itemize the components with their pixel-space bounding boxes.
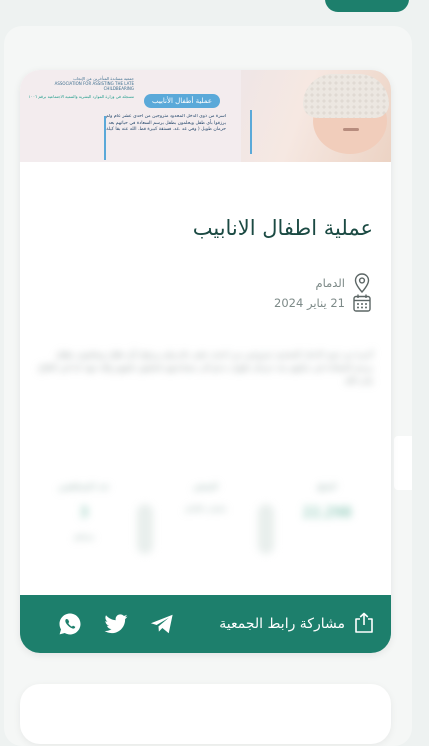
campaign-banner-image: جمعية مساندة المتأخرين عن الإنجاب ASSOCI… [20, 70, 391, 162]
stat-sub: مساهم [73, 533, 95, 541]
baby-hat [303, 74, 389, 118]
location-pin-icon [351, 272, 373, 294]
location-text: الدمام [315, 276, 345, 290]
share-icons [58, 595, 174, 653]
share-icon[interactable] [353, 612, 375, 634]
stat-value: 3 [79, 505, 89, 521]
stat-divider [258, 504, 275, 554]
campaign-description: أسرة من ذوي الدخل المحدود متزوجين من احد… [38, 350, 373, 385]
campaign-stats: عدد المساهمين 3 مساهم المتبقي مكتمل بالك… [34, 482, 377, 572]
banner-title-pill: عملية أطفال الأنابيب [144, 94, 220, 108]
date-row: 21 يناير 2024 [38, 292, 373, 314]
campaign-title: عملية اطفال الانابيب [192, 216, 373, 240]
stat-value: 22,298 [302, 505, 352, 521]
share-bar: مشاركة رابط الجمعية [20, 595, 391, 653]
campaign-card[interactable]: جمعية مساندة المتأخرين عن الإنجاب ASSOCI… [20, 70, 391, 653]
stat-label: عدد المساهمين [58, 482, 110, 491]
side-strip [394, 436, 412, 490]
share-link-label[interactable]: مشاركة رابط الجمعية [219, 595, 345, 653]
stat-sub: مكتمل بالكامل [184, 505, 227, 513]
whatsapp-icon[interactable] [58, 612, 82, 636]
telegram-icon[interactable] [150, 612, 174, 636]
baby-eye [343, 128, 359, 131]
stat-label: المبلغ [317, 482, 337, 491]
banner-divider [250, 110, 252, 154]
twitter-icon[interactable] [104, 612, 128, 636]
baby-photo [241, 70, 391, 162]
stat-remaining: المتبقي مكتمل بالكامل [156, 482, 256, 513]
calendar-icon [351, 292, 373, 314]
banner-org-name-en: ASSOCIATION FOR ASSISTING THE LATE CHILD… [54, 81, 134, 91]
top-action-button[interactable] [325, 0, 409, 12]
next-campaign-card[interactable] [20, 684, 391, 744]
banner-org-logo-text: جمعية مساندة المتأخرين عن الإنجاب ASSOCI… [26, 76, 134, 99]
location-row: الدمام [38, 272, 373, 294]
stat-divider [136, 504, 153, 554]
date-text: 21 يناير 2024 [274, 296, 345, 310]
stat-contributors: عدد المساهمين 3 مساهم [34, 482, 134, 541]
stat-amount: المبلغ 22,298 [277, 482, 377, 533]
banner-org-sub: مسجلة في وزارة الموارد البشرية والتنمية … [28, 94, 134, 99]
banner-description: أسرة من ذوي الدخل المحدود متزوجين من احد… [105, 114, 226, 133]
stat-label: المتبقي [193, 482, 218, 491]
